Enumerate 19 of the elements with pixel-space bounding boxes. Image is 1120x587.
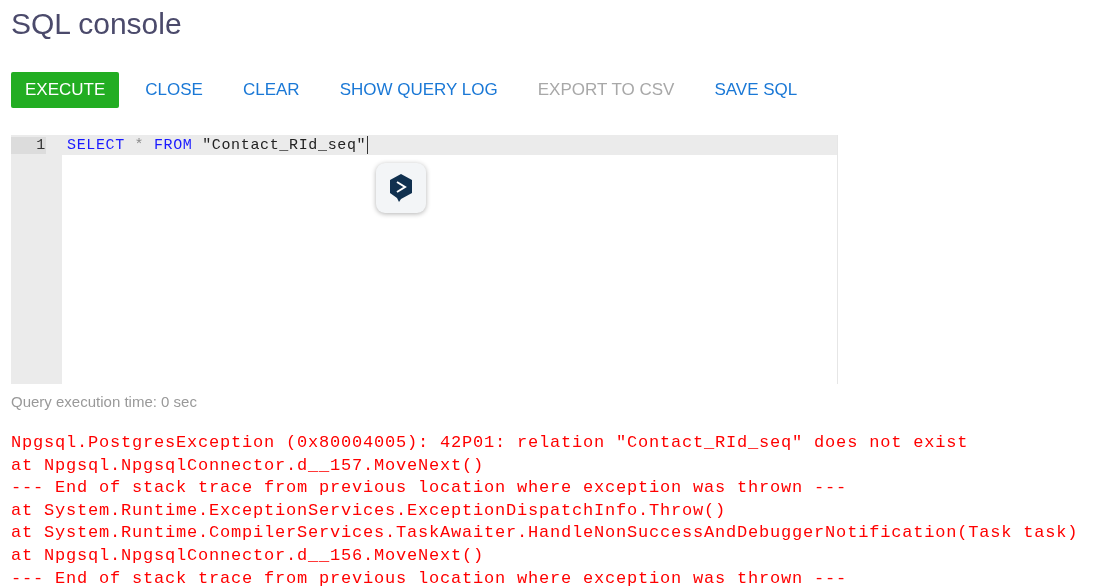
page-title: SQL console xyxy=(11,6,183,42)
error-line: at System.Runtime.CompilerServices.TaskAwaiter.HandleNonSuccessAndDebuggerNotification(Task task) xyxy=(11,522,1080,545)
error-line: --- End of stack trace from previous location where exception was thrown --- xyxy=(11,477,849,500)
toolbar-link-button[interactable]: SHOW QUERY LOG xyxy=(325,72,512,108)
extension-button[interactable] xyxy=(376,163,426,213)
execution-time: Query execution time: 0 sec xyxy=(11,393,198,410)
code-line: SELECT * FROM "Contact_RId_seq" xyxy=(67,136,367,154)
error-line: at System.Runtime.ExceptionServices.ExceptionDispatchInfo.Throw() xyxy=(11,499,728,522)
toolbar-link-button[interactable]: CLEAR xyxy=(228,72,314,108)
toolbar-link-button[interactable]: CLOSE xyxy=(131,72,217,108)
error-line: at Npgsql.NpgsqlConnector.d__156.MoveNext() xyxy=(11,544,486,567)
error-line: --- End of stack trace from previous location where exception was thrown --- xyxy=(11,567,849,587)
error-line: at Npgsql.NpgsqlConnector.d__157.MoveNext() xyxy=(11,454,486,477)
error-line: Npgsql.PostgresException (0x80004005): 42P01: relation "Contact_RId_seq" does not exist xyxy=(11,432,970,454)
sql-editor[interactable]: 1 SELECT * FROM "Contact_RId_seq" xyxy=(11,135,1120,384)
share-icon xyxy=(388,173,414,203)
execute-button[interactable]: EXECUTE xyxy=(11,72,120,108)
line-number: 1 xyxy=(11,136,46,154)
toolbar-link-button[interactable]: SAVE SQL xyxy=(700,72,812,108)
